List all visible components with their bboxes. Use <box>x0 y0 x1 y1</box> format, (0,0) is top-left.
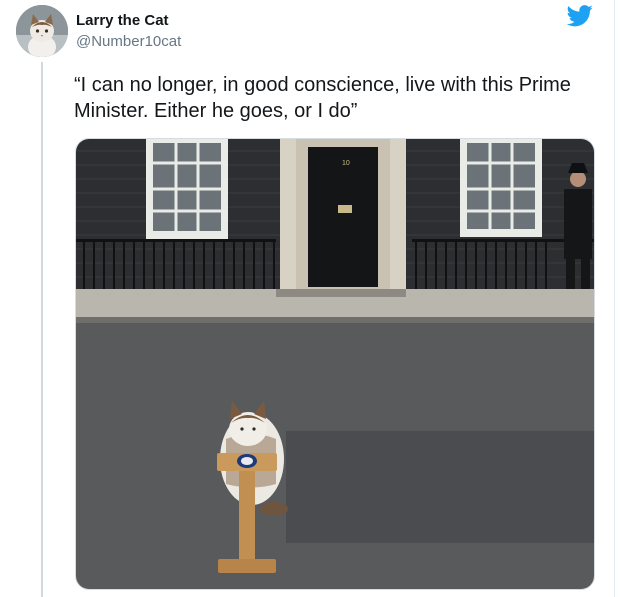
card-border <box>614 0 615 597</box>
tweet-text: “I can no longer, in good conscience, li… <box>74 74 571 122</box>
avatar[interactable] <box>16 5 68 57</box>
display-name[interactable]: Larry the Cat <box>76 12 169 29</box>
tweet-card[interactable]: Larry the Cat @Number10cat “I can no lon… <box>0 0 614 597</box>
door-number: 10 <box>342 160 350 167</box>
downing-street-cat-photo: 10 <box>76 139 594 589</box>
user-handle[interactable]: @Number10cat <box>76 33 181 50</box>
cat-avatar-image <box>16 5 68 57</box>
thread-line <box>41 62 43 597</box>
tweet-photo[interactable]: 10 <box>75 138 595 590</box>
twitter-bird-icon[interactable] <box>566 5 594 27</box>
